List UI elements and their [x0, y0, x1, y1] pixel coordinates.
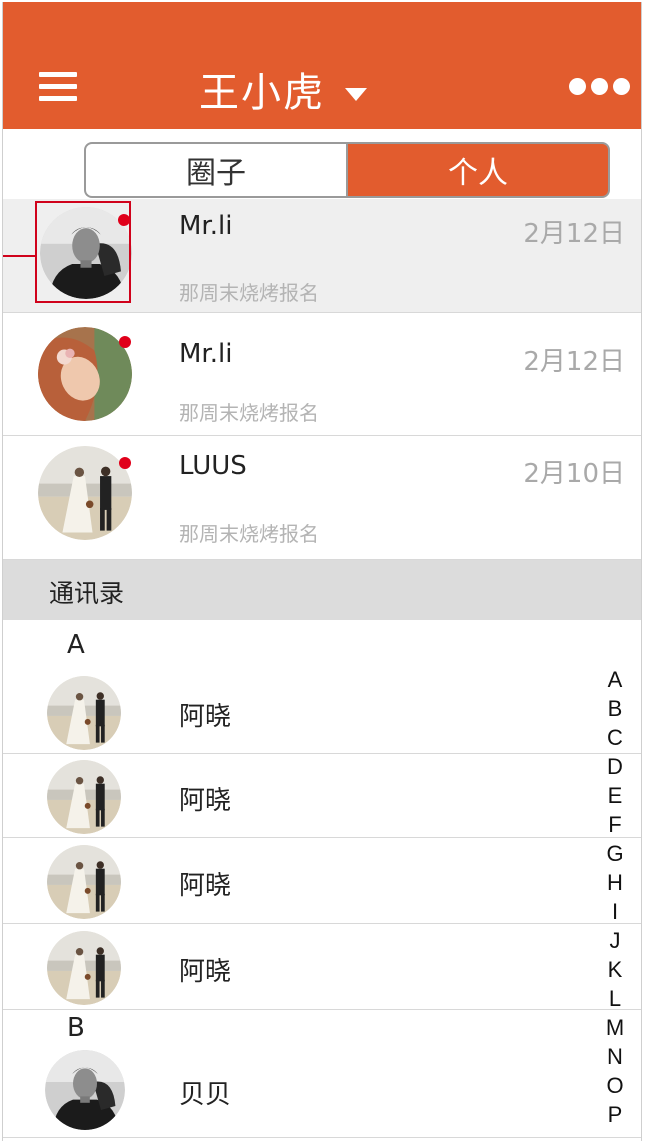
- contact-name: 阿晓: [179, 871, 232, 901]
- index-letter[interactable]: I: [612, 897, 618, 926]
- index-letter[interactable]: P: [608, 1100, 623, 1129]
- message-date: 2月10日: [523, 459, 625, 489]
- index-letter[interactable]: B: [608, 694, 623, 723]
- avatar: [47, 931, 121, 1005]
- index-letter[interactable]: M: [606, 1013, 624, 1042]
- app-header: 王小虎: [3, 2, 641, 129]
- index-letter[interactable]: O: [606, 1071, 623, 1100]
- message-preview: 那周末烧烤报名: [179, 281, 319, 305]
- index-letter[interactable]: J: [610, 926, 621, 955]
- alphabet-index[interactable]: A B C D E F G H I J K L M N O P: [603, 665, 627, 1129]
- index-letter[interactable]: G: [606, 839, 623, 868]
- avatar: [38, 446, 132, 540]
- index-letter[interactable]: L: [609, 984, 621, 1013]
- more-icon[interactable]: [569, 78, 630, 96]
- index-letter[interactable]: F: [608, 810, 621, 839]
- selection-highlight: [35, 201, 131, 303]
- index-letter[interactable]: D: [607, 752, 623, 781]
- avatar: [45, 1050, 125, 1130]
- unread-dot: [119, 457, 131, 469]
- letter-heading: B: [67, 1013, 85, 1043]
- avatar: [47, 760, 121, 834]
- contact-name: 阿晓: [179, 786, 232, 816]
- contact-name: Mr.li: [179, 211, 233, 241]
- message-date: 2月12日: [523, 219, 625, 249]
- contact-name: 阿晓: [179, 957, 232, 987]
- message-preview: 那周末烧烤报名: [179, 401, 319, 425]
- tab-personal[interactable]: 个人: [346, 142, 610, 198]
- contact-name: Mr.li: [179, 339, 233, 369]
- conversation-row[interactable]: Mr.li 2月12日 那周末烧烤报名: [3, 313, 641, 436]
- section-label: 通讯录: [49, 579, 125, 608]
- segmented-tabs: 圈子 个人: [84, 142, 610, 198]
- contact-name: 贝贝: [179, 1080, 232, 1110]
- index-letter[interactable]: A: [608, 665, 623, 694]
- app-screen: 王小虎 圈子 个人 Mr.li 2月12日 那周末烧烤报名 Mr.li 2月12…: [2, 2, 642, 1141]
- avatar: [47, 845, 121, 919]
- selection-connector: [3, 255, 35, 257]
- contact-row[interactable]: 阿晓: [3, 838, 641, 924]
- contact-name: LUUS: [179, 451, 247, 481]
- index-letter[interactable]: C: [607, 723, 623, 752]
- index-letter[interactable]: H: [607, 868, 623, 897]
- caret-down-icon: [345, 87, 367, 101]
- conversation-row[interactable]: Mr.li 2月12日 那周末烧烤报名: [3, 199, 641, 313]
- tab-circle[interactable]: 圈子: [84, 142, 346, 198]
- contact-row[interactable]: 阿晓: [3, 754, 641, 838]
- title-dropdown[interactable]: 王小虎: [199, 62, 367, 116]
- unread-dot: [118, 214, 130, 226]
- avatar: [38, 327, 132, 421]
- index-letter[interactable]: E: [608, 781, 623, 810]
- unread-dot: [119, 336, 131, 348]
- menu-icon[interactable]: [39, 72, 77, 102]
- message-preview: 那周末烧烤报名: [179, 522, 319, 546]
- contact-name: 阿晓: [179, 702, 232, 732]
- conversation-row[interactable]: LUUS 2月10日 那周末烧烤报名: [3, 436, 641, 560]
- index-letter[interactable]: K: [608, 955, 623, 984]
- message-date: 2月12日: [523, 347, 625, 377]
- page-title: 王小虎: [199, 70, 325, 116]
- letter-heading: A: [67, 630, 85, 660]
- contact-row[interactable]: 阿晓: [3, 670, 641, 754]
- contacts-section-header: 通讯录: [3, 560, 641, 620]
- contact-row[interactable]: 贝贝: [3, 1048, 641, 1138]
- index-letter[interactable]: N: [607, 1042, 623, 1071]
- contact-row[interactable]: 阿晓: [3, 924, 641, 1010]
- avatar: [47, 676, 121, 750]
